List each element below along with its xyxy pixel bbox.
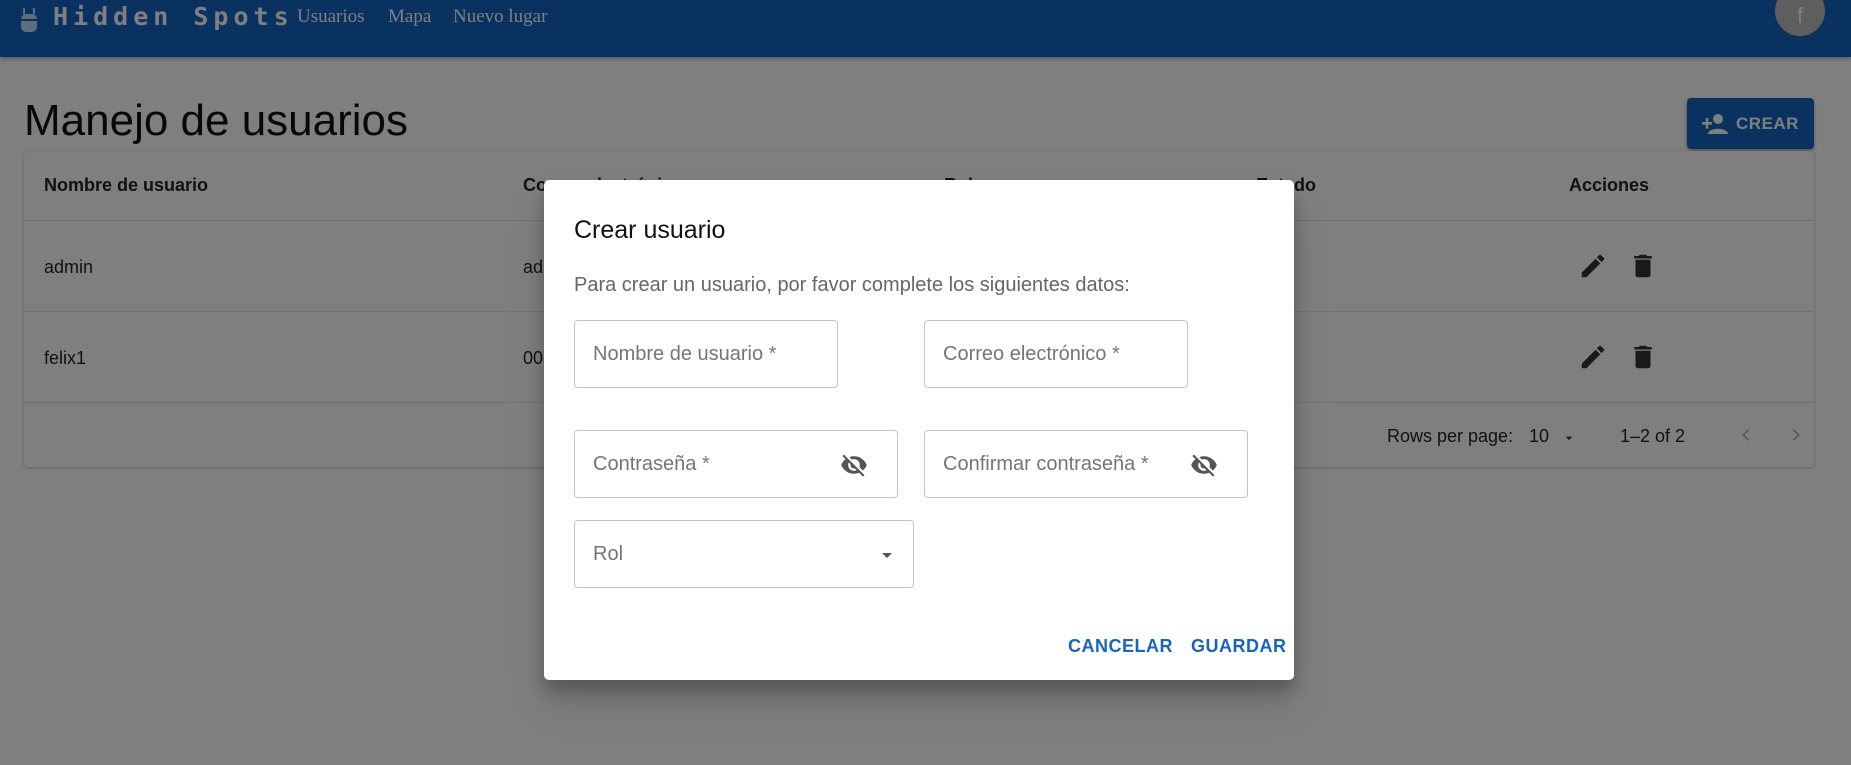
username-field-label: Nombre de usuario * xyxy=(593,343,777,365)
dialog-title: Crear usuario xyxy=(574,216,726,244)
create-user-dialog: Crear usuario Para crear un usuario, por… xyxy=(544,180,1294,680)
dropdown-arrow-icon xyxy=(882,553,892,558)
visibility-off-icon[interactable] xyxy=(839,451,869,479)
dialog-description: Para crear un usuario, por favor complet… xyxy=(574,274,1130,296)
password-field-label: Contraseña * xyxy=(593,453,710,475)
save-button[interactable]: GUARDAR xyxy=(1191,636,1287,657)
cancel-button[interactable]: CANCELAR xyxy=(1068,636,1173,657)
username-field[interactable]: Nombre de usuario * xyxy=(574,320,838,388)
confirm-password-field[interactable]: Confirmar contraseña * xyxy=(924,430,1248,498)
confirm-password-field-label: Confirmar contraseña * xyxy=(943,453,1149,475)
email-field[interactable]: Correo electrónico * xyxy=(924,320,1188,388)
visibility-off-icon[interactable] xyxy=(1189,451,1219,479)
role-select-label: Rol xyxy=(593,543,624,565)
password-field[interactable]: Contraseña * xyxy=(574,430,898,498)
email-field-label: Correo electrónico * xyxy=(943,343,1120,365)
role-select[interactable]: Rol xyxy=(574,520,914,588)
